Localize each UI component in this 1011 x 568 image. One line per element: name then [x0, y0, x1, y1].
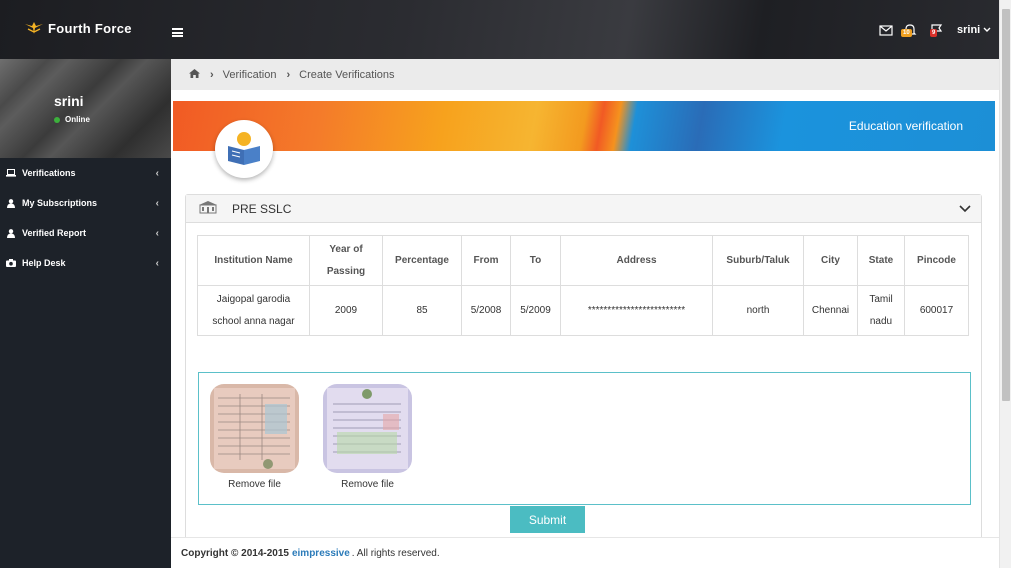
sidebar-item-verifications[interactable]: Verifications ‹ — [0, 158, 171, 188]
online-dot-icon — [54, 116, 60, 123]
column-header: Address — [560, 235, 713, 286]
app-name: Fourth Force — [48, 20, 132, 36]
column-header: Percentage — [382, 235, 462, 286]
cell-percentage: 85 — [382, 285, 462, 336]
sidebar-item-label: Help Desk — [22, 258, 66, 268]
flag-icon[interactable]: 9 — [930, 24, 946, 38]
profile-status: Online — [54, 115, 90, 124]
cell-address: ************************* — [560, 285, 713, 336]
user-profile-card: srini Online — [0, 59, 171, 158]
profile-name: srini — [54, 93, 84, 109]
chevron-left-icon: ‹ — [155, 228, 159, 239]
footer-brand-link[interactable]: eimpressive — [292, 548, 350, 559]
file-preview: Remove file — [210, 384, 299, 490]
breadcrumb: › Verification › Create Verifications — [171, 59, 999, 90]
certificate-thumbnail — [323, 384, 412, 473]
cell-suburb: north — [712, 285, 804, 336]
app-logo[interactable]: Fourth Force — [24, 20, 132, 36]
panel-header[interactable]: PRE SSLC — [186, 195, 981, 223]
education-reader-icon — [215, 120, 273, 178]
hero-title: Education verification — [848, 119, 963, 133]
sidebar-item-label: My Subscriptions — [22, 198, 98, 208]
column-header: State — [857, 235, 905, 286]
bell-badge: 10 — [901, 29, 912, 37]
submit-button[interactable]: Submit — [510, 506, 585, 533]
breadcrumb-create-verifications: Create Verifications — [299, 68, 395, 81]
column-header: From — [461, 235, 511, 286]
panel-title: PRE SSLC — [232, 201, 292, 216]
education-table: Institution Name Year of Passing Percent… — [197, 235, 969, 336]
camera-icon — [6, 258, 16, 268]
cell-pincode: 600017 — [904, 285, 969, 336]
cell-year: 2009 — [309, 285, 383, 336]
school-building-icon — [198, 200, 218, 217]
home-icon[interactable] — [189, 68, 200, 81]
chevron-down-icon — [983, 24, 991, 36]
cell-from: 5/2008 — [461, 285, 511, 336]
column-header: Year of Passing — [309, 235, 383, 286]
flag-badge: 9 — [930, 29, 938, 37]
cell-state: Tamil nadu — [857, 285, 905, 336]
certificate-thumbnail — [210, 384, 299, 473]
top-bar: Fourth Force 10 9 srini — [0, 0, 1011, 59]
user-menu[interactable]: srini — [957, 24, 991, 36]
bell-icon[interactable]: 10 — [901, 24, 919, 38]
breadcrumb-verification[interactable]: Verification — [223, 69, 277, 81]
logo-emblem-icon — [25, 22, 43, 34]
sidebar-item-help-desk[interactable]: Help Desk ‹ — [0, 248, 171, 278]
scrollbar-thumb[interactable] — [1002, 9, 1010, 401]
column-header: Suburb/Taluk — [712, 235, 804, 286]
footer-rights: . All rights reserved. — [351, 547, 440, 559]
table-row: Jaigopal garodia school anna nagar 2009 … — [197, 285, 969, 336]
table-header-row: Institution Name Year of Passing Percent… — [197, 235, 969, 286]
menu-toggle-icon[interactable] — [172, 28, 183, 37]
sidebar-item-verified-report[interactable]: Verified Report ‹ — [0, 218, 171, 248]
user-icon — [6, 198, 16, 208]
mail-icon[interactable] — [879, 24, 895, 38]
chevron-left-icon: ‹ — [155, 258, 159, 269]
sidebar-item-my-subscriptions[interactable]: My Subscriptions ‹ — [0, 188, 171, 218]
remove-file-link[interactable]: Remove file — [210, 479, 299, 490]
cell-city: Chennai — [803, 285, 858, 336]
sidebar-item-label: Verifications — [22, 168, 76, 178]
laptop-icon — [6, 168, 16, 178]
file-preview: Remove file — [323, 384, 412, 490]
column-header: Institution Name — [197, 235, 310, 286]
user-menu-name: srini — [957, 24, 981, 36]
sidebar: srini Online Verifications ‹ My Subscrip… — [0, 59, 171, 568]
profile-status-label: Online — [65, 115, 90, 124]
sidebar-item-label: Verified Report — [22, 228, 87, 238]
user-icon — [6, 228, 16, 238]
chevron-right-icon: › — [210, 68, 214, 81]
cell-institution: Jaigopal garodia school anna nagar — [197, 285, 310, 336]
column-header: Pincode — [904, 235, 969, 286]
remove-file-link[interactable]: Remove file — [323, 479, 412, 490]
main-content: › Verification › Create Verifications Ed… — [171, 59, 999, 568]
footer: Copyright © 2014-2015 eimpressive . All … — [171, 537, 999, 568]
column-header: City — [803, 235, 858, 286]
chevron-left-icon: ‹ — [155, 198, 159, 209]
page-scrollbar[interactable] — [999, 0, 1011, 568]
hero-banner: Education verification — [173, 101, 995, 151]
file-dropzone[interactable]: Remove file Remove file — [198, 372, 971, 505]
chevron-left-icon: ‹ — [155, 168, 159, 179]
chevron-right-icon: › — [286, 68, 291, 81]
cell-to: 5/2009 — [510, 285, 561, 336]
footer-copyright: Copyright © 2014-2015 — [181, 547, 289, 559]
chevron-down-icon[interactable] — [959, 202, 971, 216]
column-header: To — [510, 235, 561, 286]
